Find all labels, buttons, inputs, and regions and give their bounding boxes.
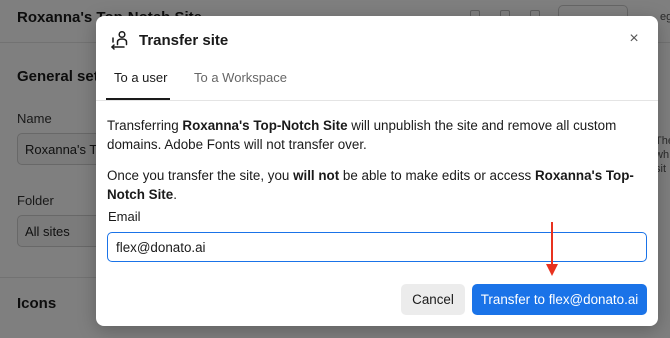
consequence-text-post: . <box>173 187 177 202</box>
active-tab-indicator <box>106 98 170 100</box>
transfer-confirm-button[interactable]: Transfer to flex@donato.ai <box>472 284 647 315</box>
email-input[interactable] <box>107 232 647 262</box>
warning-site-name: Roxanna's Top-Notch Site <box>182 118 348 133</box>
consequence-emphasis: will not <box>293 168 340 183</box>
email-label: Email <box>108 209 141 224</box>
transfer-tabs: To a user To a Workspace <box>96 64 658 101</box>
cancel-button[interactable]: Cancel <box>401 284 465 315</box>
tab-to-a-workspace[interactable]: To a Workspace <box>194 70 287 85</box>
consequence-text-mid: be able to make edits or access <box>339 168 535 183</box>
dialog-title: Transfer site <box>139 32 229 49</box>
dialog-header: Transfer site × <box>96 16 658 62</box>
tab-to-a-user[interactable]: To a user <box>114 70 167 85</box>
transfer-person-icon <box>111 30 128 50</box>
transfer-warning-text: Transferring Roxanna's Top-Notch Site wi… <box>107 116 642 154</box>
transfer-site-dialog: Transfer site × To a user To a Workspace… <box>96 16 658 326</box>
consequence-text-pre: Once you transfer the site, you <box>107 168 294 183</box>
transfer-consequence-text: Once you transfer the site, you will not… <box>107 166 642 204</box>
warning-text-pre: Transferring <box>107 118 183 133</box>
close-icon[interactable]: × <box>624 29 644 49</box>
